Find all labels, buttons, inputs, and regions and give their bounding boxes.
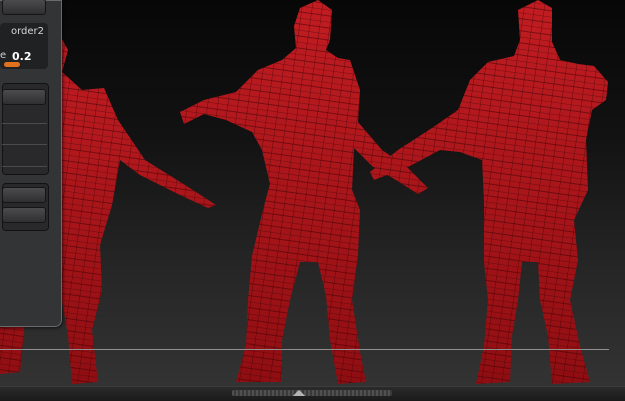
model-views[interactable] bbox=[0, 0, 625, 386]
tray-toggle-arrows-icon[interactable]: ◢◣ bbox=[288, 387, 310, 399]
divider bbox=[2, 166, 47, 167]
model-front-view bbox=[180, 0, 428, 384]
palette-button-1[interactable] bbox=[2, 89, 46, 105]
divider bbox=[2, 123, 47, 124]
model-back-view bbox=[370, 0, 608, 384]
viewport-canvas[interactable]: order2 e 0.2 bbox=[0, 0, 625, 386]
palette-top-button[interactable] bbox=[2, 0, 46, 15]
tool-palette: order2 e 0.2 bbox=[0, 0, 62, 327]
slider-title: order2 bbox=[10, 26, 44, 37]
order-slider[interactable]: order2 e 0.2 bbox=[0, 23, 48, 69]
bottom-tray[interactable]: ◢◣ bbox=[0, 386, 625, 401]
ground-line bbox=[0, 349, 609, 350]
palette-button-3[interactable] bbox=[2, 207, 46, 223]
tray-drag-handle[interactable] bbox=[232, 390, 392, 396]
palette-button-2[interactable] bbox=[2, 187, 46, 203]
slider-label: e bbox=[0, 50, 7, 61]
divider bbox=[2, 144, 47, 145]
slider-knob[interactable] bbox=[4, 62, 20, 67]
